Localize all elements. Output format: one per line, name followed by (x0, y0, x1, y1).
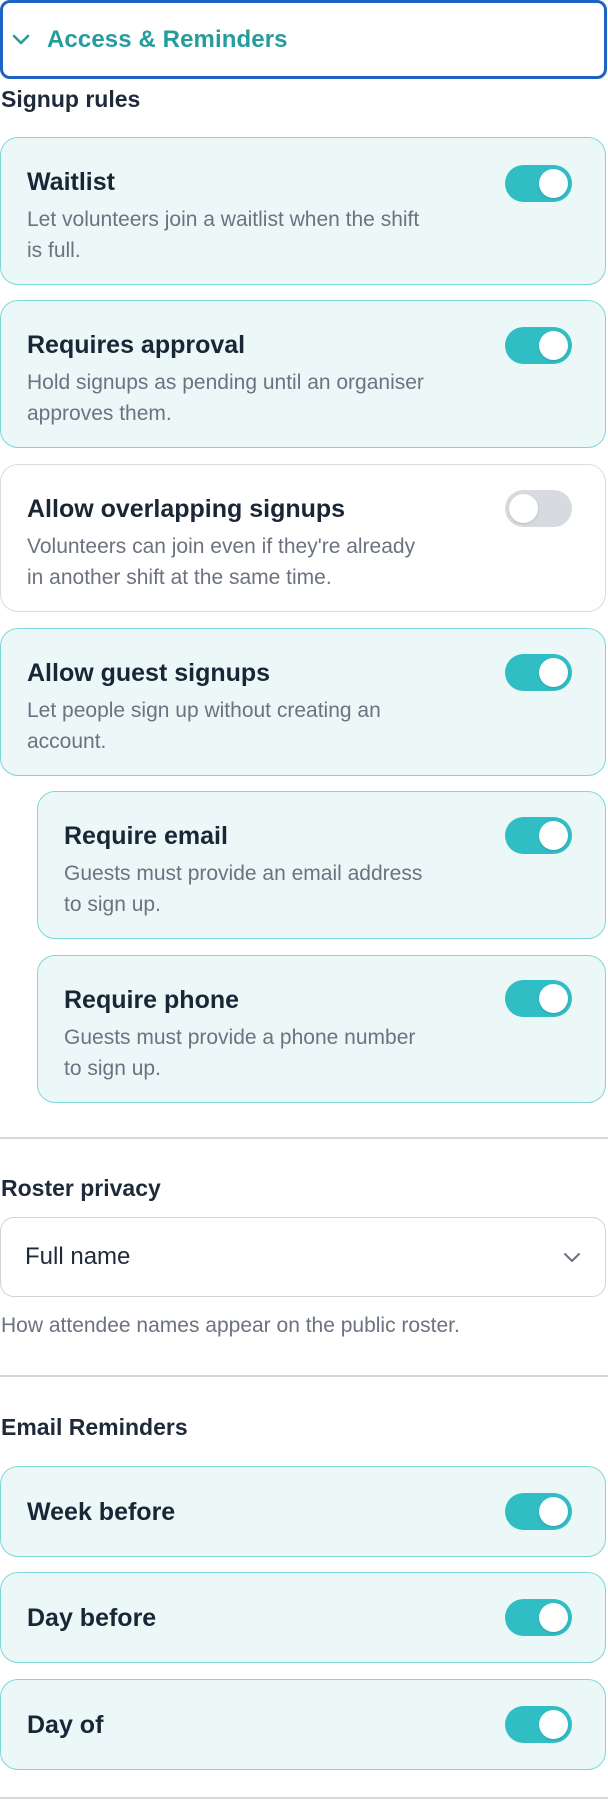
roster-privacy-helper: How attendee names appear on the public … (1, 1314, 460, 1337)
day-before-card: Day before (0, 1572, 606, 1663)
day-before-toggle[interactable] (505, 1599, 572, 1636)
day-of-title: Day of (27, 1710, 104, 1739)
allow-guest-description: Let people sign up without creating an a… (27, 699, 381, 753)
week-before-card: Week before (0, 1466, 606, 1557)
allow-guest-card: Allow guest signups Let people sign up w… (0, 628, 606, 776)
require-email-card: Require email Guests must provide an ema… (37, 791, 606, 939)
allow-guest-toggle[interactable] (505, 654, 572, 691)
waitlist-title: Waitlist (27, 168, 115, 196)
email-reminders-label: Email Reminders (1, 1414, 188, 1440)
require-phone-toggle[interactable] (505, 980, 572, 1017)
requires-approval-card: Requires approval Hold signups as pendin… (0, 300, 606, 448)
day-before-title: Day before (27, 1603, 157, 1632)
roster-privacy-value: Full name (25, 1243, 131, 1270)
chevron-down-icon (11, 30, 31, 50)
section-divider (0, 1375, 608, 1377)
allow-guest-title: Allow guest signups (27, 659, 271, 687)
waitlist-description: Let volunteers join a waitlist when the … (27, 208, 420, 262)
chevron-down-icon (561, 1246, 583, 1268)
require-phone-card: Require phone Guests must provide a phon… (37, 955, 606, 1103)
require-email-description: Guests must provide an email address to … (64, 862, 423, 916)
requires-approval-toggle[interactable] (505, 327, 572, 364)
section-divider (0, 1797, 608, 1799)
requires-approval-description: Hold signups as pending until an organis… (27, 371, 424, 425)
allow-overlapping-card: Allow overlapping signups Volunteers can… (0, 464, 606, 612)
require-phone-title: Require phone (64, 986, 240, 1014)
day-of-toggle[interactable] (505, 1706, 572, 1743)
roster-privacy-label: Roster privacy (1, 1175, 161, 1201)
requires-approval-title: Requires approval (27, 331, 246, 359)
roster-privacy-select[interactable]: Full name (0, 1217, 606, 1297)
week-before-title: Week before (27, 1497, 176, 1526)
require-email-toggle[interactable] (505, 817, 572, 854)
signup-rules-label: Signup rules (1, 86, 141, 112)
accordion-header[interactable]: Access & Reminders (0, 0, 607, 79)
require-phone-description: Guests must provide a phone number to si… (64, 1026, 416, 1080)
waitlist-card: Waitlist Let volunteers join a waitlist … (0, 137, 606, 285)
accordion-title: Access & Reminders (47, 25, 288, 53)
day-of-card: Day of (0, 1679, 606, 1770)
require-email-title: Require email (64, 822, 228, 850)
section-divider (0, 1137, 608, 1139)
waitlist-toggle[interactable] (505, 165, 572, 202)
allow-overlapping-toggle[interactable] (505, 490, 572, 527)
allow-overlapping-title: Allow overlapping signups (27, 495, 346, 523)
allow-overlapping-description: Volunteers can join even if they're alre… (27, 535, 416, 589)
week-before-toggle[interactable] (505, 1493, 572, 1530)
